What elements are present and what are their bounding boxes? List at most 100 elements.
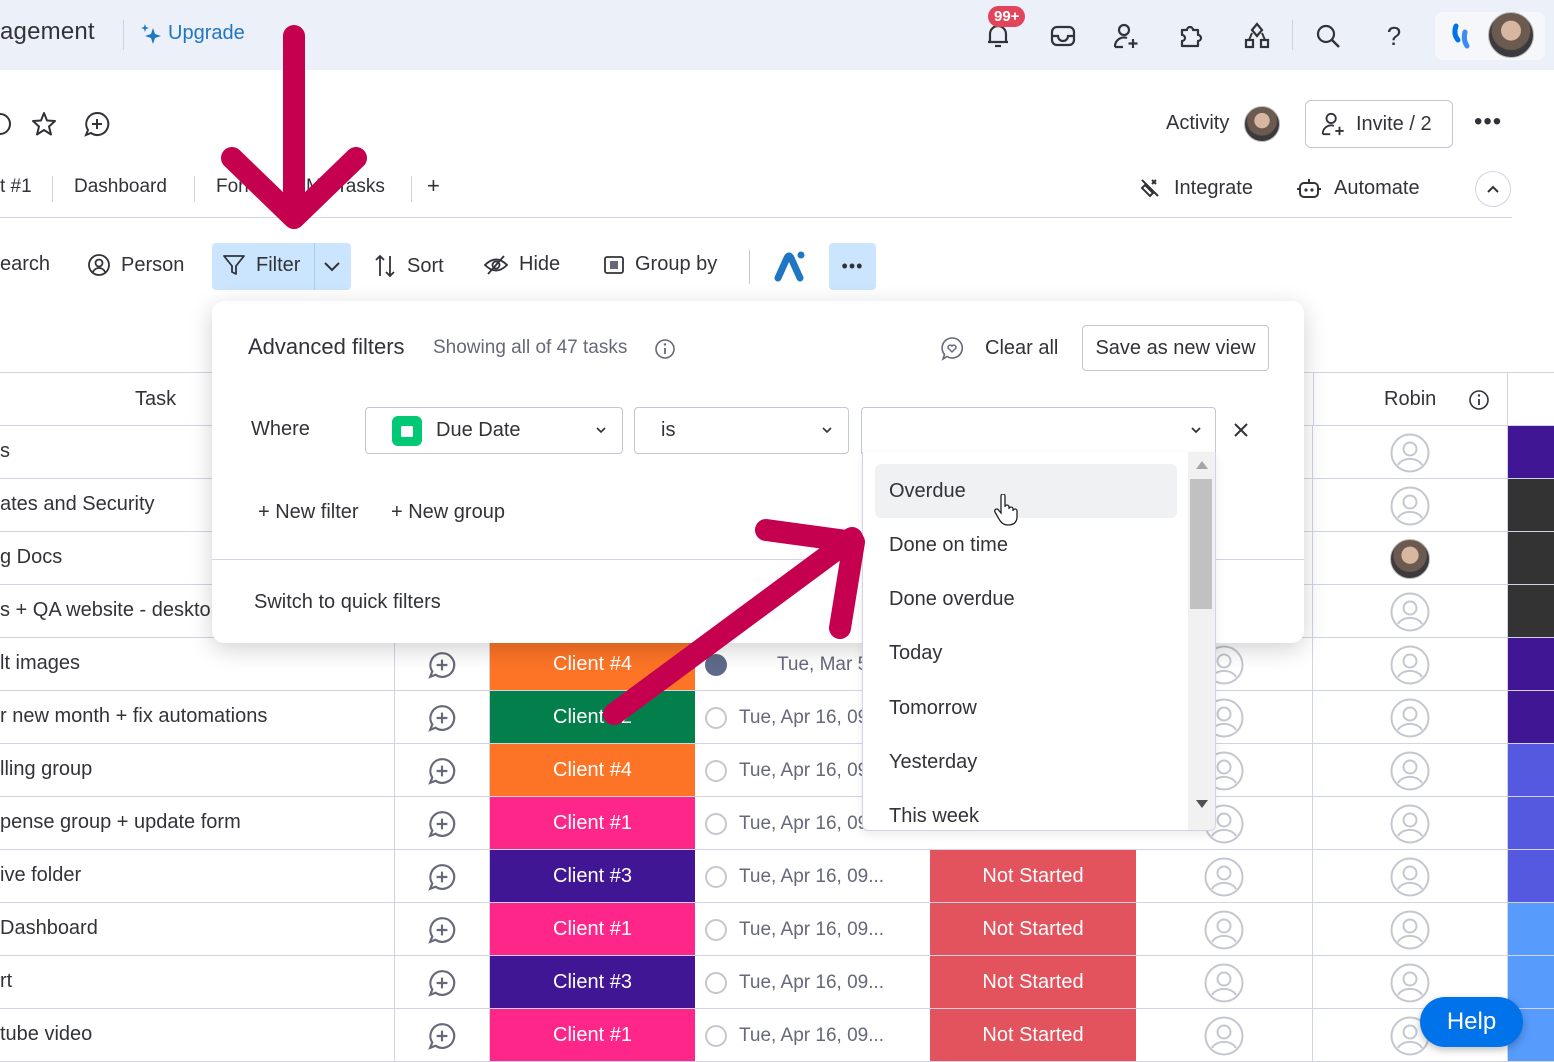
person-cell[interactable] [1136,850,1313,903]
date-check-icon[interactable] [705,706,727,729]
status-cell[interactable]: Not Started [930,850,1136,902]
toolbar-more-button[interactable]: ••• [829,243,876,290]
date-check-icon[interactable] [705,971,727,994]
table-row[interactable]: ive folder Client #3 Tue, Apr 16, 09... Not… [0,850,1554,903]
tab-dashboard[interactable]: Dashboard [74,176,167,198]
due-date-cell[interactable]: Tue, Apr 16, 09... [695,956,930,1009]
search-button[interactable] [1312,20,1344,52]
search-button[interactable]: earch [0,253,50,276]
add-update-button[interactable] [395,638,490,691]
scroll-down-arrow-icon[interactable] [1196,800,1208,808]
dropdown-option[interactable]: Done overdue [875,573,1177,627]
table-row[interactable]: pense group + update form Client #1 Tue, A… [0,797,1554,850]
task-name-cell[interactable]: lling group [0,744,395,797]
column-select[interactable]: Due Date [365,407,623,454]
status-cell[interactable]: Not Started [930,903,1136,955]
dropdown-scrollbar[interactable] [1188,452,1215,830]
task-name-cell[interactable]: lt images [0,638,395,691]
info-icon[interactable] [654,338,676,360]
activity-avatar[interactable] [1244,106,1280,142]
favorite-star-button[interactable] [30,110,58,138]
robin-person-cell[interactable] [1313,479,1508,532]
client-label-cell[interactable]: Client #2 [490,691,695,743]
robin-person-cell[interactable] [1313,850,1508,903]
apps-button[interactable] [1175,20,1207,52]
switch-to-quick-filters-button[interactable]: Switch to quick filters [254,591,441,614]
remove-filter-button[interactable] [1232,421,1250,439]
add-update-button[interactable] [395,691,490,744]
add-update-button[interactable] [395,1009,490,1062]
client-label-cell[interactable]: Client #1 [490,797,695,849]
tab-my-tasks[interactable]: My Tasks [306,176,385,198]
condition-select[interactable]: is [634,407,849,454]
filter-dropdown-button[interactable] [322,259,342,273]
clear-all-button[interactable]: Clear all [985,337,1058,360]
client-label-cell[interactable]: Client #1 [490,903,695,955]
robin-person-cell[interactable] [1313,638,1508,691]
robin-person-cell[interactable] [1313,744,1508,797]
dropdown-option[interactable]: Done on time [875,518,1177,572]
filter-button[interactable]: Filter [222,253,300,277]
info-icon[interactable] [0,110,14,138]
hide-button[interactable]: Hide [483,253,560,276]
user-avatar[interactable] [1488,12,1534,58]
status-cell[interactable]: Not Started [930,956,1136,1008]
person-filter-button[interactable]: Person [87,253,184,277]
due-date-cell[interactable]: Tue, Apr 16, 09... [695,850,930,903]
add-update-button[interactable] [395,797,490,850]
dropdown-option[interactable]: Tomorrow [875,681,1177,735]
robin-person-cell[interactable] [1313,903,1508,956]
task-name-cell[interactable]: Dashboard [0,903,395,956]
robin-person-cell[interactable] [1313,426,1508,479]
add-update-button[interactable] [395,850,490,903]
date-check-icon[interactable] [705,759,727,782]
inbox-button[interactable] [1047,20,1079,52]
save-as-new-view-button[interactable]: Save as new view [1082,325,1269,371]
table-row[interactable]: tube video Client #1 Tue, Apr 16, 09... Not… [0,1009,1554,1062]
feedback-heart-icon[interactable] [940,336,964,362]
robin-person-cell[interactable] [1313,691,1508,744]
robin-person-cell[interactable] [1313,532,1508,585]
scroll-up-arrow-icon[interactable] [1196,461,1208,469]
client-label-cell[interactable]: Client #3 [490,956,695,1008]
person-cell[interactable] [1136,956,1313,1009]
task-name-cell[interactable]: r new month + fix automations [0,691,395,744]
collapse-header-button[interactable] [1475,171,1511,207]
updates-button[interactable] [83,110,111,138]
value-select[interactable] [861,407,1216,454]
invite-members-button[interactable] [1110,20,1142,52]
monday-logo[interactable] [1446,20,1478,52]
task-name-cell[interactable]: pense group + update form [0,797,395,850]
new-group-button[interactable]: + New group [391,501,505,524]
column-header-task[interactable]: Task [135,388,176,411]
board-more-button[interactable]: ••• [1474,108,1502,136]
table-row[interactable]: rt Client #3 Tue, Apr 16, 09... Not Started [0,956,1554,1009]
date-check-icon[interactable] [705,1024,727,1047]
dropdown-option[interactable]: Overdue [875,464,1177,518]
upgrade-button[interactable]: Upgrade [140,22,245,45]
robin-person-cell[interactable] [1313,585,1508,638]
scrollbar-thumb[interactable] [1190,479,1212,609]
due-date-cell[interactable]: Tue, Apr 16, 09... [695,1009,930,1062]
tab-main-table[interactable]: t #1 [0,176,32,198]
invite-button[interactable]: Invite / 2 [1305,100,1453,148]
robin-person-cell[interactable] [1313,797,1508,850]
client-label-cell[interactable]: Client #4 [490,638,695,690]
task-name-cell[interactable]: tube video [0,1009,395,1062]
sort-button[interactable]: Sort [373,253,444,279]
status-cell[interactable]: Not Started [930,1009,1136,1061]
add-update-button[interactable] [395,956,490,1009]
column-info-icon[interactable] [1468,389,1490,411]
date-check-icon[interactable] [705,865,727,888]
help-button[interactable]: ? [1378,20,1410,52]
table-row[interactable]: r new month + fix automations Client #2 Tu… [0,691,1554,744]
integrate-button[interactable]: Integrate [1138,176,1253,200]
person-cell[interactable] [1136,903,1313,956]
table-row[interactable]: Dashboard Client #1 Tue, Apr 16, 09... Not … [0,903,1554,956]
client-label-cell[interactable]: Client #1 [490,1009,695,1061]
workspace-title[interactable]: agement [0,18,95,46]
dropdown-option[interactable]: Today [875,627,1177,681]
add-update-button[interactable] [395,903,490,956]
task-name-cell[interactable]: rt [0,956,395,1009]
date-check-icon[interactable] [705,812,727,835]
